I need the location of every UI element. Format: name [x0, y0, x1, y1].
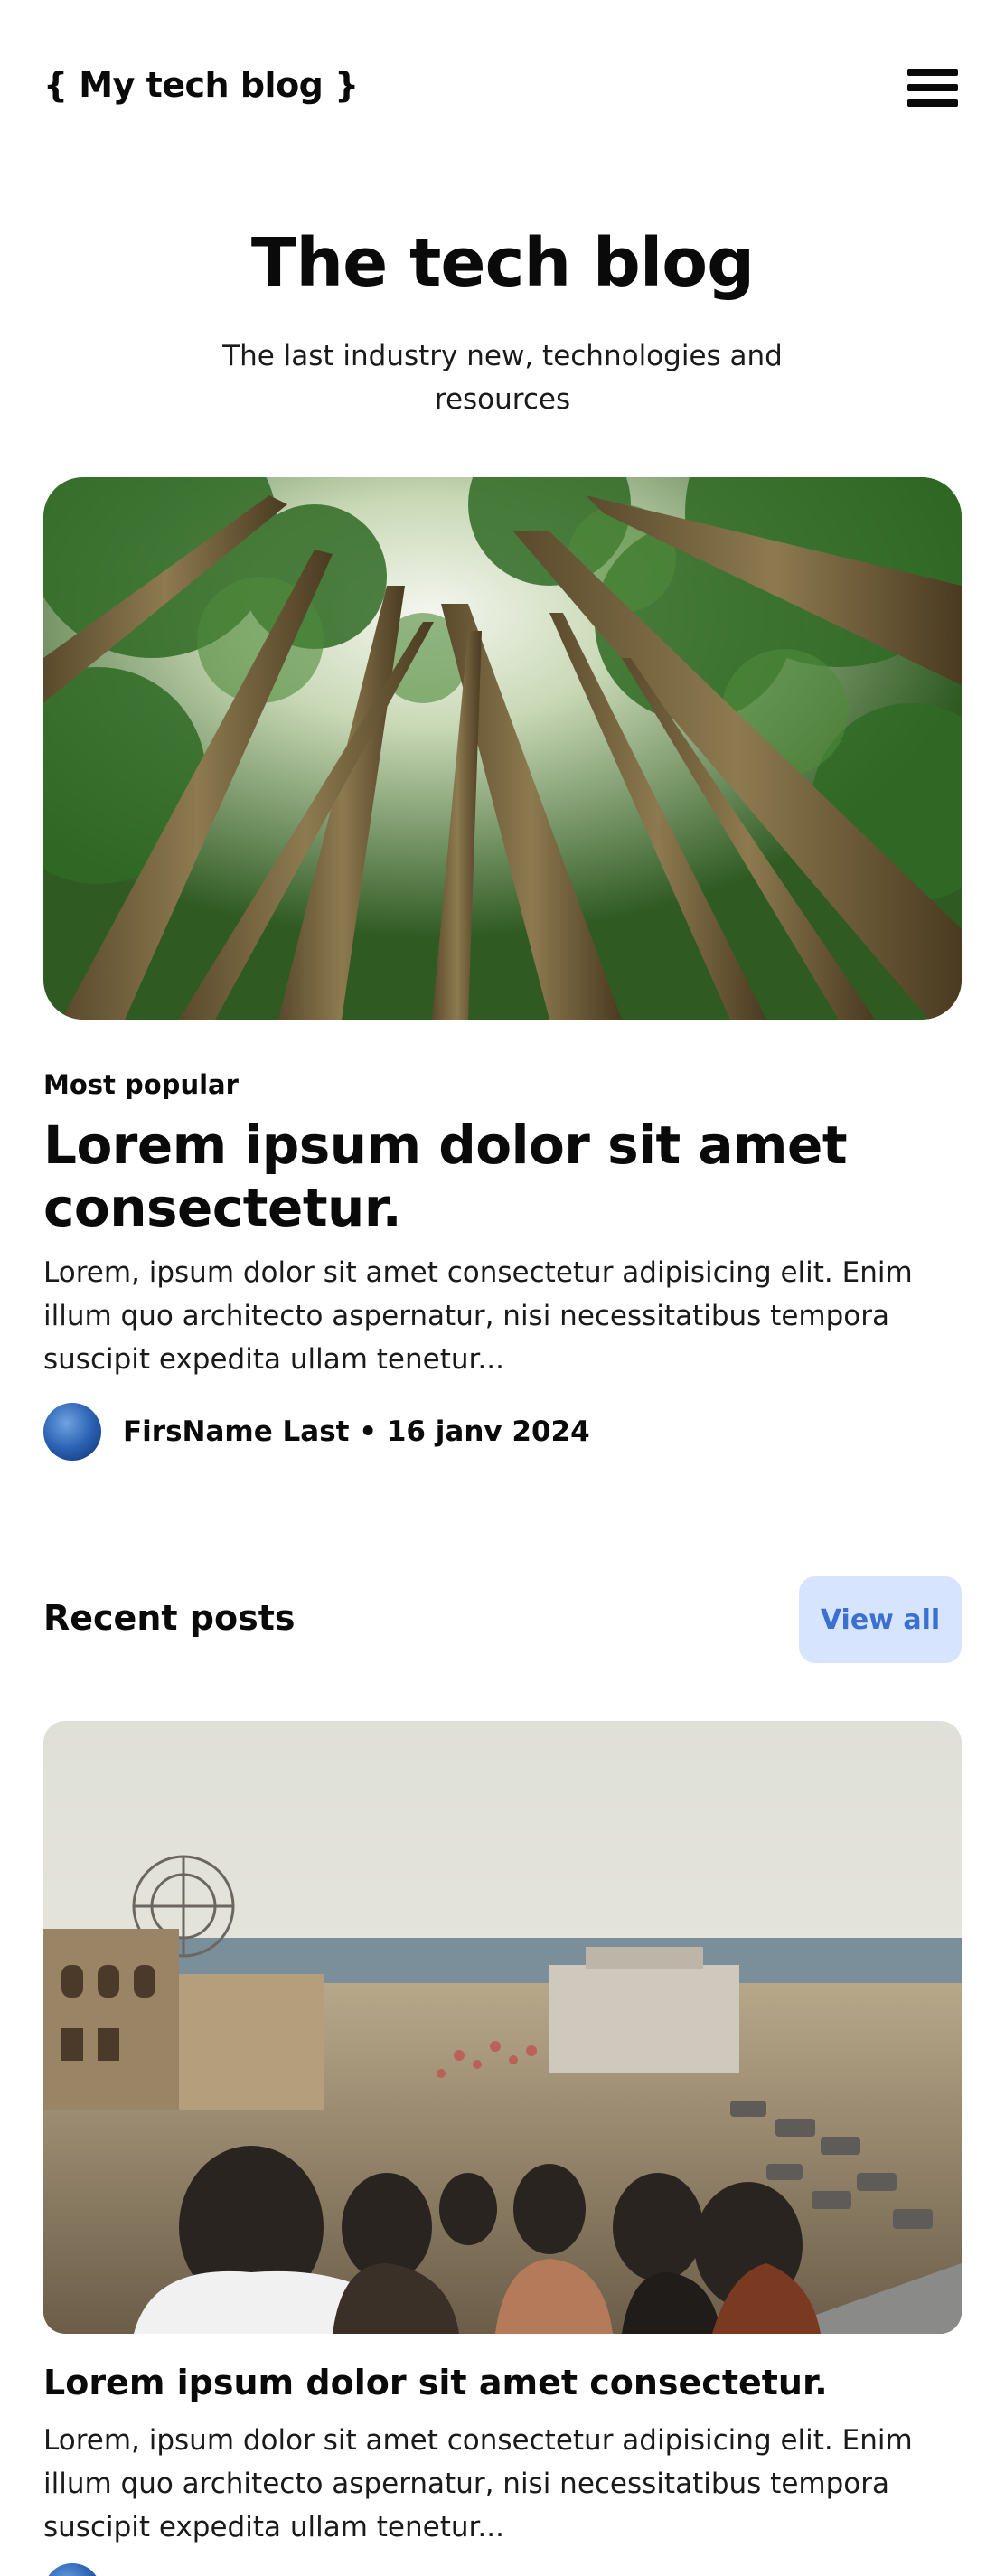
post-tag: Most popular	[43, 1069, 239, 1100]
view-all-button[interactable]: View all	[799, 1576, 962, 1663]
site-logo[interactable]: { My tech blog }	[43, 65, 359, 105]
featured-post-excerpt: Lorem, ipsum dolor sit amet consectetur …	[43, 1256, 913, 1376]
featured-post-image[interactable]	[43, 477, 962, 1020]
recent-posts-heading: Recent posts	[43, 1598, 296, 1638]
avatar	[43, 2563, 101, 2576]
site-header: { My tech blog }	[0, 0, 1005, 172]
recent-post-image[interactable]	[43, 1721, 962, 2334]
page-subtitle: The last industry new, technologies and …	[222, 340, 783, 416]
avatar	[43, 1403, 101, 1461]
hamburger-menu-icon[interactable]	[907, 69, 958, 107]
author-byline: FirsName Last • 16 janv 2024	[123, 1415, 590, 1448]
recent-post-title[interactable]: Lorem ipsum dolor sit amet consectetur.	[43, 2363, 828, 2402]
featured-post-title[interactable]: Lorem ipsum dolor sit amet consectetur.	[43, 1114, 962, 1239]
page-title: The tech blog	[250, 224, 755, 302]
post-author: FirsName Last • 16 janv 2024	[43, 1403, 590, 1461]
post-author	[43, 2563, 123, 2576]
recent-post-excerpt: Lorem, ipsum dolor sit amet consectetur …	[43, 2424, 913, 2543]
